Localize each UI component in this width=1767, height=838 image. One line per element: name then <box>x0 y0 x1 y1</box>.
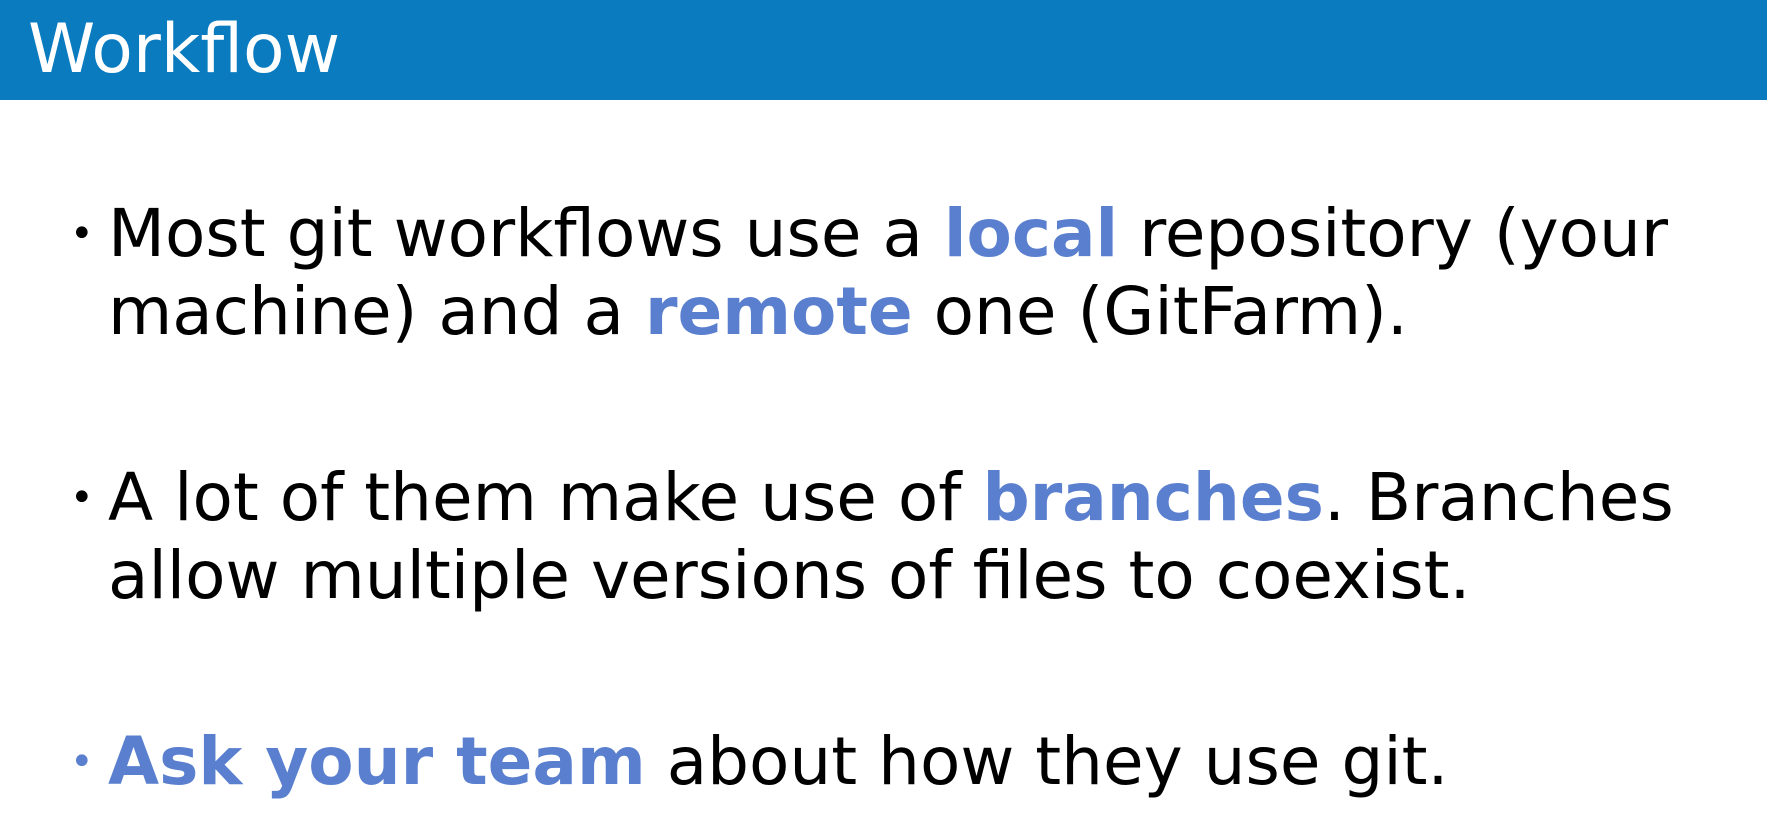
bullet-line: machine) and a remote one (GitFarm). <box>108 273 1750 351</box>
bullet-dot-icon: • <box>70 211 94 257</box>
bullet-line: Ask your team about how they use git. <box>108 723 1750 801</box>
bullet-text: machine) and a <box>108 273 645 350</box>
slide-header: Workflow <box>0 0 1767 100</box>
bullet-dot-icon: • <box>70 475 94 521</box>
bullet-line: A lot of them make use of branches. Bran… <box>108 459 1750 537</box>
bullet-dot-icon: • <box>70 739 94 785</box>
highlight-branches: branches <box>982 459 1324 536</box>
bullet-item-local-remote: • Most git workflows use a local reposit… <box>70 195 1750 351</box>
bullet-line: allow multiple versions of files to coex… <box>108 537 1471 614</box>
bullet-text: repository (your <box>1118 195 1669 272</box>
bullet-text: Most git workflows use a <box>108 195 944 272</box>
bullet-text: . Branches <box>1323 459 1674 536</box>
bullet-text: about how they use git. <box>645 723 1449 800</box>
highlight-remote: remote <box>644 273 913 350</box>
slide-title: Workflow <box>28 10 341 89</box>
bullet-list: • Most git workflows use a local reposit… <box>70 195 1750 801</box>
bullet-text: A lot of them make use of <box>108 459 983 536</box>
highlight-local: local <box>943 195 1119 272</box>
bullet-line: Most git workflows use a local repositor… <box>108 195 1750 273</box>
highlight-ask-your-team: Ask your team <box>108 723 646 800</box>
bullet-text: one (GitFarm). <box>912 273 1408 350</box>
bullet-item-ask-team: • Ask your team about how they use git. <box>70 723 1750 801</box>
bullet-item-branches: • A lot of them make use of branches. Br… <box>70 459 1750 615</box>
